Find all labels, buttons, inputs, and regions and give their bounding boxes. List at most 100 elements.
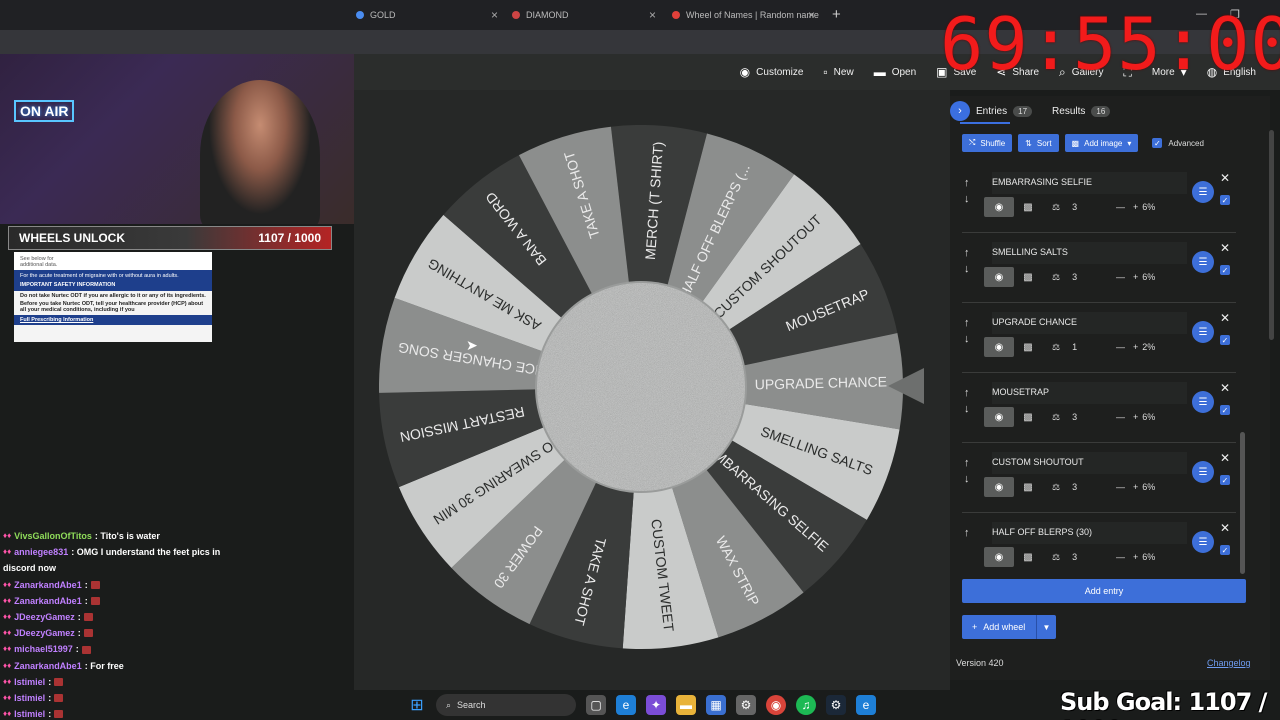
entry-settings-button[interactable]: ☰	[1192, 181, 1214, 203]
entry-checkbox[interactable]: ✓	[1220, 265, 1230, 275]
shuffle-button[interactable]: ⤭ Shuffle	[962, 134, 1013, 152]
wheel-svg[interactable]: MERCH (T SHIRT) HALF OFF BLERPS (...CUSTO…	[376, 125, 906, 655]
chat-username[interactable]: Istimiel	[14, 706, 45, 720]
arrow-up-icon[interactable]: ↑	[964, 525, 970, 541]
color-swatch[interactable]: ◉	[984, 337, 1014, 357]
arrow-up-icon[interactable]: ↑	[964, 245, 970, 261]
close-icon[interactable]: ✕	[1220, 241, 1230, 255]
close-icon[interactable]: ×	[649, 8, 656, 22]
taskbar-search[interactable]: ⌕ Search	[436, 694, 576, 716]
image-icon[interactable]: ▩	[1014, 482, 1042, 493]
entry-name-field[interactable]: HALF OFF BLERPS (30)	[992, 522, 1187, 544]
changelog-link[interactable]: Changelog	[1207, 658, 1251, 668]
arrow-down-icon[interactable]: ↓	[964, 261, 970, 277]
customize-button[interactable]: ◉ Customize	[740, 65, 804, 79]
entry-name-field[interactable]: EMBARRASING SELFIE	[992, 172, 1187, 194]
prescribing-info-link[interactable]: Full Prescribing Information	[14, 315, 212, 325]
plus-icon[interactable]: +	[1133, 272, 1138, 282]
new-button[interactable]: ▫ New	[823, 65, 853, 79]
open-button[interactable]: ▬ Open	[874, 65, 916, 79]
entry-settings-button[interactable]: ☰	[1192, 531, 1214, 553]
entry-checkbox[interactable]: ✓	[1220, 545, 1230, 555]
entry-name-field[interactable]: MOUSETRAP	[992, 382, 1187, 404]
image-icon[interactable]: ▩	[1014, 342, 1042, 353]
entry-checkbox[interactable]: ✓	[1220, 335, 1230, 345]
arrow-up-icon[interactable]: ↑	[964, 315, 970, 331]
image-icon[interactable]: ▩	[1014, 552, 1042, 563]
page-scrollbar[interactable]	[1269, 130, 1274, 340]
plus-icon[interactable]: +	[1133, 202, 1138, 212]
close-icon[interactable]: ×	[808, 8, 815, 22]
close-icon[interactable]: ✕	[1220, 521, 1230, 535]
chevron-down-icon[interactable]: ▼	[1036, 615, 1056, 639]
chat-username[interactable]: JDeezyGamez	[14, 625, 75, 641]
windows-start-icon[interactable]: ⊞	[408, 696, 426, 714]
chat-username[interactable]: Istimiel	[14, 674, 45, 690]
close-icon[interactable]: ×	[491, 8, 498, 22]
minus-icon[interactable]: —	[1116, 202, 1125, 212]
close-icon[interactable]: ✕	[1220, 381, 1230, 395]
minus-icon[interactable]: —	[1116, 412, 1125, 422]
chat-username[interactable]: ZanarkandAbe1	[14, 593, 82, 609]
minus-icon[interactable]: —	[1116, 272, 1125, 282]
arrow-up-icon[interactable]: ↑	[964, 175, 970, 191]
tab-results[interactable]: Results 16	[1052, 105, 1111, 117]
minus-icon[interactable]: —	[1116, 482, 1125, 492]
color-swatch[interactable]: ◉	[984, 477, 1014, 497]
weight-value[interactable]: 3	[1072, 412, 1077, 423]
close-icon[interactable]: ✕	[1220, 171, 1230, 185]
color-swatch[interactable]: ◉	[984, 407, 1014, 427]
chat-username[interactable]: Istimiel	[14, 690, 45, 706]
weight-value[interactable]: 3	[1072, 552, 1077, 563]
close-icon[interactable]: ✕	[1220, 311, 1230, 325]
reorder-arrows[interactable]: ↑ ↓	[964, 245, 970, 277]
image-icon[interactable]: ▩	[1014, 272, 1042, 283]
sort-button[interactable]: ⇅ Sort	[1018, 134, 1059, 152]
arrow-down-icon[interactable]: ↓	[964, 401, 970, 417]
folder-icon[interactable]: ▬	[676, 695, 696, 715]
color-swatch[interactable]: ◉	[984, 547, 1014, 567]
chat-username[interactable]: ZanarkandAbe1	[14, 577, 82, 593]
task-view-icon[interactable]: ▢	[586, 695, 606, 715]
tab-entries[interactable]: Entries 17	[976, 105, 1033, 117]
weight-value[interactable]: 3	[1072, 272, 1077, 283]
add-entry-button[interactable]: Add entry	[962, 579, 1246, 603]
arrow-down-icon[interactable]: ↓	[964, 331, 970, 347]
entry-checkbox[interactable]: ✓	[1220, 475, 1230, 485]
plus-icon[interactable]: +	[1133, 342, 1138, 352]
image-icon[interactable]: ▩	[1014, 202, 1042, 213]
tab-gold[interactable]: GOLD ×	[356, 4, 506, 26]
color-swatch[interactable]: ◉	[984, 197, 1014, 217]
entry-name-field[interactable]: CUSTOM SHOUTOUT	[992, 452, 1187, 474]
chat-username[interactable]: michael51997	[14, 641, 73, 657]
copilot-icon[interactable]: ✦	[646, 695, 666, 715]
weight-value[interactable]: 1	[1072, 342, 1077, 353]
tab-diamond[interactable]: DIAMOND ×	[512, 4, 662, 26]
steam-icon[interactable]: ⚙	[826, 695, 846, 715]
plus-icon[interactable]: +	[1133, 412, 1138, 422]
reorder-arrows[interactable]: ↑ ↓	[964, 175, 970, 207]
chat-username[interactable]: VivsGallonOfTitos	[14, 528, 92, 544]
settings-icon[interactable]: ⚙	[736, 695, 756, 715]
edge-icon[interactable]: e	[616, 695, 636, 715]
arrow-up-icon[interactable]: ↑	[964, 385, 970, 401]
entry-name-field[interactable]: UPGRADE CHANCE	[992, 312, 1187, 334]
entry-checkbox[interactable]: ✓	[1220, 195, 1230, 205]
arrow-down-icon[interactable]: ↓	[964, 471, 970, 487]
reorder-arrows[interactable]: ↑	[964, 525, 970, 541]
arrow-up-icon[interactable]: ↑	[964, 455, 970, 471]
chat-username[interactable]: JDeezyGamez	[14, 609, 75, 625]
chat-username[interactable]: anniegee831	[14, 544, 68, 560]
reorder-arrows[interactable]: ↑ ↓	[964, 315, 970, 347]
tab-wheel-of-names[interactable]: Wheel of Names | Random name ×	[672, 4, 822, 26]
collapse-panel-button[interactable]: ›	[950, 101, 970, 121]
entry-checkbox[interactable]: ✓	[1220, 405, 1230, 415]
edge-active-icon[interactable]: e	[856, 695, 876, 715]
reorder-arrows[interactable]: ↑ ↓	[964, 455, 970, 487]
minus-icon[interactable]: —	[1116, 552, 1125, 562]
entry-settings-button[interactable]: ☰	[1192, 391, 1214, 413]
arrow-down-icon[interactable]: ↓	[964, 191, 970, 207]
chat-username[interactable]: ZanarkandAbe1	[14, 658, 82, 674]
plus-icon[interactable]: +	[1133, 482, 1138, 492]
add-image-button[interactable]: ▩ Add image ▾	[1064, 134, 1139, 152]
